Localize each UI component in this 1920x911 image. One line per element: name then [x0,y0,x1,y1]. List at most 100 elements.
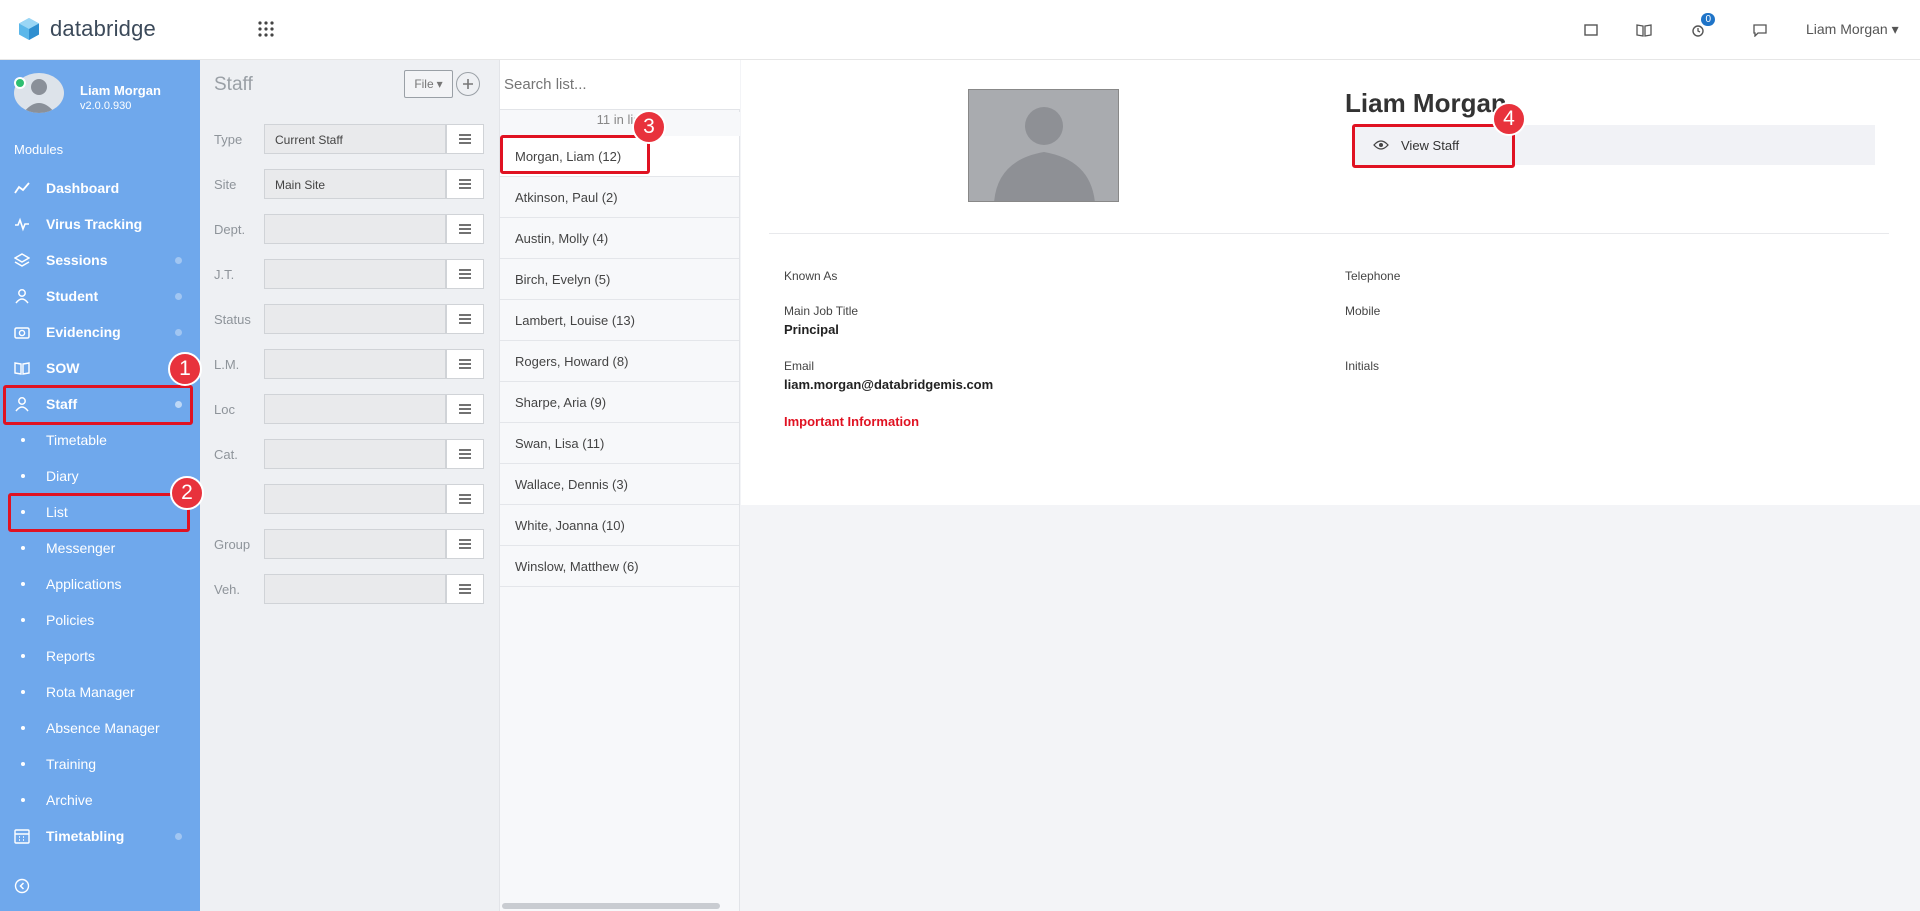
sidebar-item-sessions[interactable]: Sessions [0,245,200,275]
menu-icon[interactable] [446,124,484,154]
sidebar-item-label: Virus Tracking [46,216,143,232]
sidebar-sub-label: Policies [46,612,95,628]
list-item[interactable]: White, Joanna (10) [500,505,739,546]
bullet-icon [21,546,25,550]
book-icon[interactable] [1634,20,1654,40]
menu-icon[interactable] [446,349,484,379]
expand-indicator-icon [175,833,182,840]
filter-field[interactable]: Current Staff [264,124,446,154]
app-logo[interactable]: databridge [18,16,156,42]
sidebar-sub-item-training[interactable]: Training [0,749,200,779]
sidebar-sub-item-reports[interactable]: Reports [0,641,200,671]
important-information-link[interactable]: Important Information [784,414,919,429]
highlight-box [8,493,190,532]
sidebar-item-label: Student [46,288,99,304]
list-item[interactable]: Rogers, Howard (8) [500,341,739,382]
user-menu-name: Liam Morgan [1806,21,1888,37]
job-title-value: Principal [784,322,839,337]
filter-row-type: Type Current Staff [214,124,490,154]
list-item[interactable]: Winslow, Matthew (6) [500,546,739,587]
list-item[interactable]: Swan, Lisa (11) [500,423,739,464]
filter-field[interactable] [264,529,446,559]
bullet-icon [21,438,25,442]
menu-icon[interactable] [446,304,484,334]
sidebar-item-timetabling[interactable]: Timetabling [0,821,200,851]
filter-label: Site [214,177,237,192]
filter-label: Group [214,537,251,552]
sidebar-item-label: Evidencing [46,324,121,340]
notification-badge: 0 [1701,13,1715,26]
filter-label: J.T. [214,267,235,282]
sidebar-sub-item-messenger[interactable]: Messenger [0,533,200,563]
filter-row-cat: Cat. [214,439,490,469]
menu-icon[interactable] [446,484,484,514]
apps-grid-icon[interactable] [257,20,275,38]
menu-icon[interactable] [446,439,484,469]
filter-label: Loc [214,402,235,417]
expand-indicator-icon [175,257,182,264]
filter-panel: Staff File ▾ Type Current Staff Site Main… [200,60,500,911]
filter-field[interactable] [264,259,446,289]
timer-icon[interactable]: 0 [1688,13,1715,40]
list-item[interactable]: Austin, Molly (4) [500,218,739,259]
filter-field[interactable] [264,484,446,514]
sidebar-item-evidencing[interactable]: Evidencing [0,317,200,347]
filter-field[interactable] [264,349,446,379]
sidebar-item-label: SOW [46,360,80,376]
filter-field[interactable] [264,574,446,604]
sidebar-sub-item-policies[interactable]: Policies [0,605,200,635]
modules-heading: Modules [14,142,64,157]
filter-field[interactable] [264,214,446,244]
sidebar-sub-item-rota-manager[interactable]: Rota Manager [0,677,200,707]
filter-field[interactable] [264,394,446,424]
filter-title: Staff [214,74,253,95]
user-menu[interactable]: Liam Morgan ▾ [1806,21,1899,38]
list-item[interactable]: Birch, Evelyn (5) [500,259,739,300]
filter-row-lm: L.M. [214,349,490,379]
filter-row-status: Status [214,304,490,334]
horizontal-scrollbar[interactable] [502,903,720,909]
filter-row-group: Group [214,529,490,559]
file-dropdown-button[interactable]: File ▾ [404,70,453,98]
menu-icon[interactable] [446,529,484,559]
add-button[interactable] [456,72,480,96]
bullet-icon [21,582,25,586]
book-icon [14,362,30,375]
chat-icon[interactable] [1750,20,1770,40]
step-marker: 4 [1492,102,1526,136]
sidebar-sub-item-timetable[interactable]: Timetable [0,425,200,455]
list-item[interactable]: Wallace, Dennis (3) [500,464,739,505]
filter-field[interactable]: Main Site [264,169,446,199]
sidebar-sub-label: Timetable [46,432,107,448]
sidebar-sub-item-archive[interactable]: Archive [0,785,200,815]
bullet-icon [21,762,25,766]
sidebar-item-student[interactable]: Student [0,281,200,311]
sidebar-item-virus-tracking[interactable]: Virus Tracking [0,209,200,239]
online-status-icon [14,77,26,89]
window-icon[interactable] [1581,20,1601,40]
collapse-sidebar-icon[interactable] [14,878,30,894]
bullet-icon [21,654,25,658]
menu-icon[interactable] [446,259,484,289]
filter-label: Type [214,132,243,147]
search-input[interactable] [500,60,740,110]
sidebar-item-dashboard[interactable]: Dashboard [0,173,200,203]
filter-field[interactable] [264,304,446,334]
menu-icon[interactable] [446,574,484,604]
menu-icon[interactable] [446,214,484,244]
list-item[interactable]: Sharpe, Aria (9) [500,382,739,423]
bullet-icon [21,726,25,730]
sidebar-sub-item-absence-manager[interactable]: Absence Manager [0,713,200,743]
list-item[interactable]: Lambert, Louise (13) [500,300,739,341]
menu-icon[interactable] [446,394,484,424]
sidebar-user[interactable]: Liam Morgan v2.0.0.930 [14,73,194,121]
filter-field[interactable] [264,439,446,469]
cube-logo-icon [19,18,39,40]
caret-down-icon: ▾ [1891,21,1899,37]
bullet-icon [21,690,25,694]
sidebar-sub-item-applications[interactable]: Applications [0,569,200,599]
sidebar-sub-label: Messenger [46,540,116,556]
list-count: 11 in list [500,112,740,136]
menu-icon[interactable] [446,169,484,199]
list-item[interactable]: Atkinson, Paul (2) [500,177,739,218]
